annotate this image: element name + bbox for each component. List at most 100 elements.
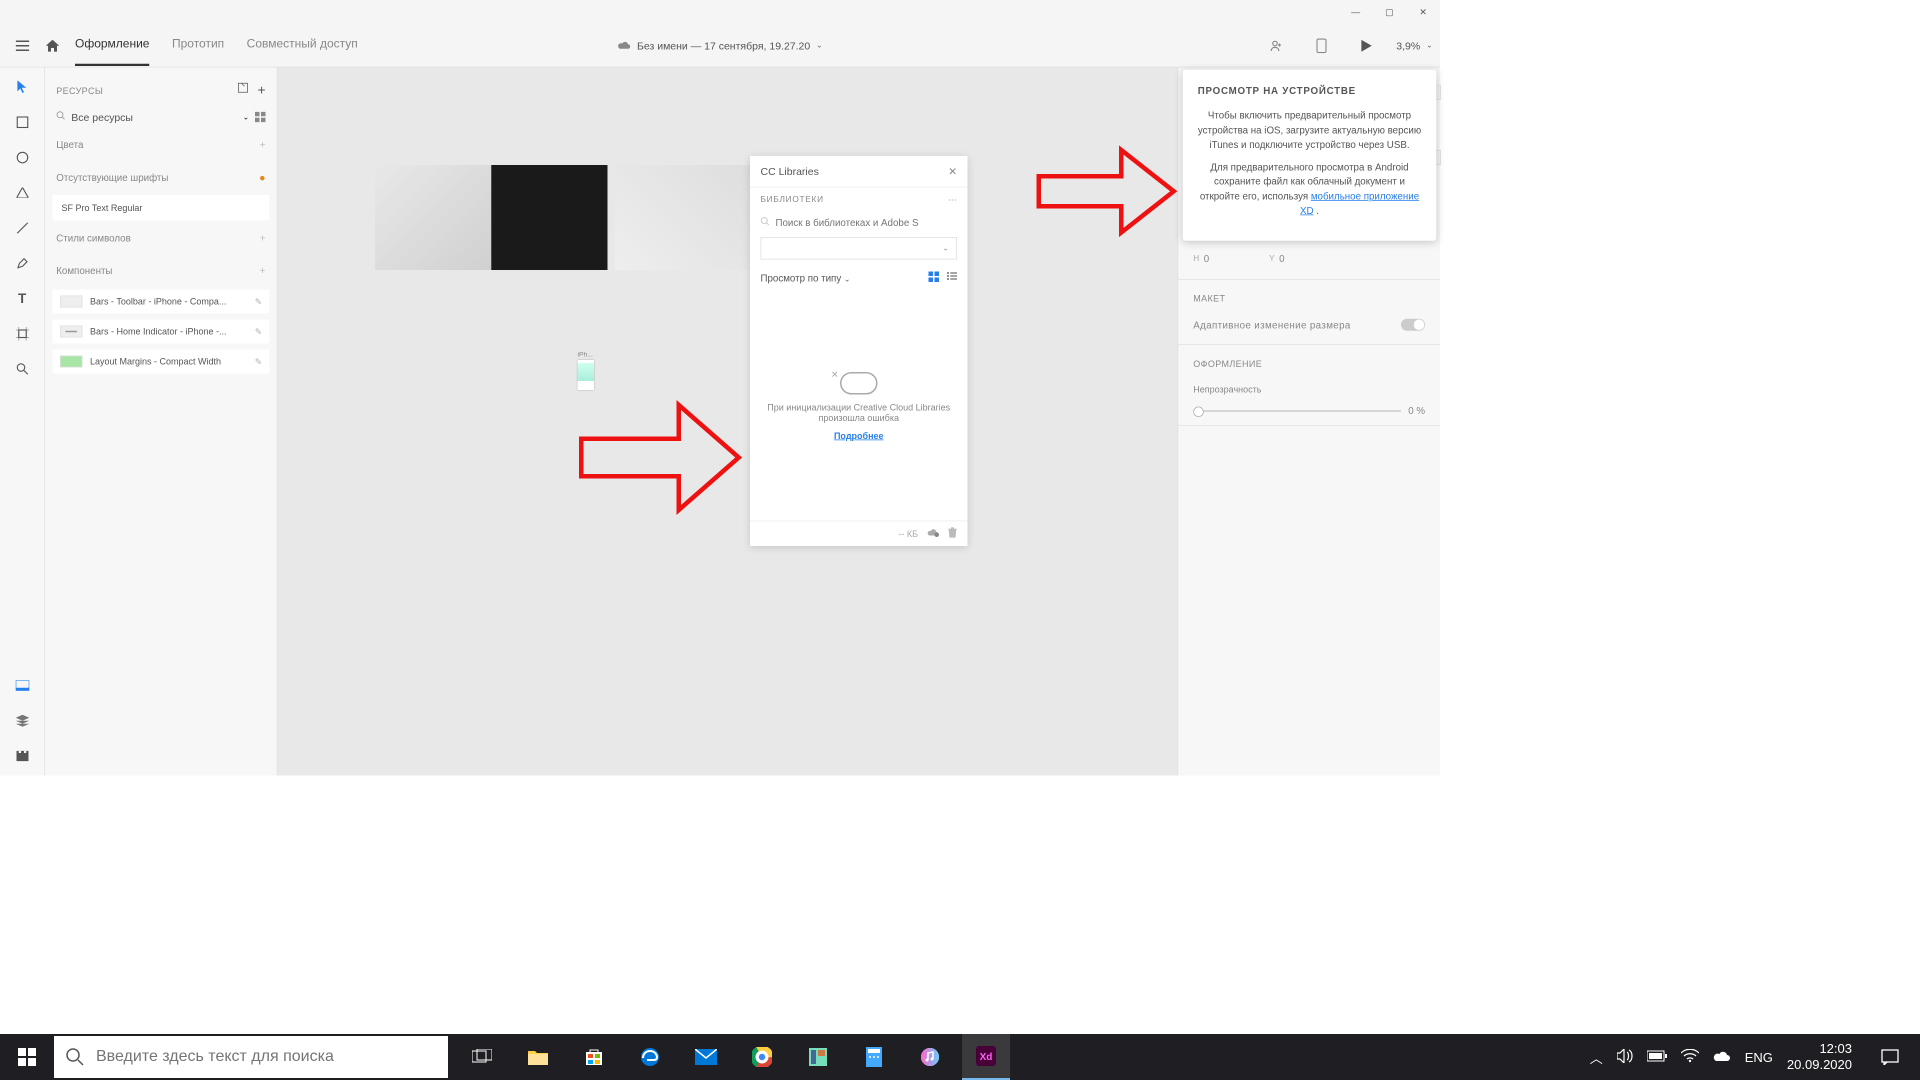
- more-icon[interactable]: ⋯: [948, 195, 957, 205]
- line-tool-icon[interactable]: [14, 220, 31, 237]
- taskbar-search[interactable]: [54, 1036, 448, 1078]
- component-thumb: [60, 356, 83, 368]
- adobe-xd-icon[interactable]: Xd: [962, 1034, 1010, 1080]
- svg-text:Xd: Xd: [980, 1052, 993, 1063]
- tab-share[interactable]: Совместный доступ: [247, 25, 358, 66]
- library-dropdown[interactable]: ⌄: [761, 237, 958, 260]
- publish-library-icon[interactable]: [238, 83, 249, 99]
- device-preview-icon[interactable]: [1306, 30, 1336, 60]
- polygon-tool-icon[interactable]: [14, 185, 31, 202]
- library-search-input[interactable]: [776, 217, 958, 228]
- toolbar-right: 3,9% ⌄: [1261, 30, 1432, 60]
- artboard[interactable]: [578, 360, 595, 390]
- ellipse-tool-icon[interactable]: [14, 149, 31, 166]
- language-indicator[interactable]: ENG: [1745, 1050, 1773, 1065]
- opacity-value[interactable]: 0 %: [1408, 405, 1425, 416]
- zoom-value: 3,9%: [1396, 39, 1420, 51]
- pen-tool-icon[interactable]: [14, 255, 31, 272]
- task-view-icon[interactable]: [458, 1034, 506, 1080]
- annotation-arrow: [574, 398, 747, 544]
- component-item[interactable]: Layout Margins - Compact Width ✎: [53, 350, 270, 374]
- assets-search-input[interactable]: [71, 111, 236, 123]
- h-value[interactable]: 0: [1204, 253, 1209, 264]
- chrome-icon[interactable]: [738, 1034, 786, 1080]
- wifi-icon[interactable]: [1681, 1049, 1699, 1066]
- taskbar-clock[interactable]: 12:03 20.09.2020: [1787, 1041, 1852, 1072]
- chevron-down-icon[interactable]: ⌄: [243, 113, 249, 121]
- cloud-icon: [617, 39, 631, 51]
- select-tool-icon[interactable]: [14, 79, 31, 96]
- volume-icon[interactable]: [1617, 1049, 1633, 1066]
- edit-icon[interactable]: ✎: [255, 357, 262, 367]
- invite-icon[interactable]: [1261, 30, 1291, 60]
- close-icon[interactable]: ✕: [948, 165, 957, 178]
- minimize-button[interactable]: —: [1339, 0, 1373, 24]
- artboard[interactable]: [375, 165, 491, 270]
- itunes-icon[interactable]: [906, 1034, 954, 1080]
- add-icon[interactable]: +: [258, 83, 266, 99]
- opacity-slider[interactable]: [1193, 410, 1400, 412]
- start-button[interactable]: [0, 1034, 54, 1080]
- calculator-icon[interactable]: [850, 1034, 898, 1080]
- list-view-icon[interactable]: [947, 272, 958, 285]
- maximize-button[interactable]: ▢: [1373, 0, 1407, 24]
- add-icon[interactable]: +: [260, 233, 266, 244]
- artboard[interactable]: [491, 165, 607, 270]
- taskbar-search-input[interactable]: [96, 1048, 436, 1066]
- plugins-panel-icon[interactable]: [14, 748, 31, 765]
- app-icon[interactable]: [794, 1034, 842, 1080]
- text-tool-icon[interactable]: T: [14, 290, 31, 307]
- cc-error-text: При инициализации Creative Cloud Librari…: [765, 402, 953, 423]
- view-toggle-icon[interactable]: [255, 112, 266, 123]
- responsive-toggle[interactable]: [1401, 319, 1425, 331]
- responsive-resize-label: Адаптивное изменение размера: [1193, 319, 1350, 330]
- colors-section[interactable]: Цвета +: [45, 128, 277, 160]
- onedrive-icon[interactable]: [1713, 1050, 1731, 1065]
- missing-fonts-section[interactable]: Отсутствующие шрифты ●: [45, 161, 277, 194]
- layers-panel-icon[interactable]: [14, 713, 31, 730]
- trash-icon[interactable]: [948, 527, 957, 540]
- canvas[interactable]: CC Libraries ✕ БИБЛИОТЕКИ ⋯ ⌄ Просмотр п…: [278, 68, 1178, 776]
- zoom-tool-icon[interactable]: [14, 361, 31, 378]
- missing-fonts-label: Отсутствующие шрифты: [56, 171, 168, 182]
- component-thumb: [60, 326, 83, 338]
- assets-panel-icon[interactable]: [14, 677, 31, 694]
- file-explorer-icon[interactable]: [514, 1034, 562, 1080]
- add-icon[interactable]: +: [260, 265, 266, 276]
- edit-icon[interactable]: ✎: [255, 297, 262, 307]
- view-by-type[interactable]: Просмотр по типу ⌄: [761, 272, 851, 283]
- component-label: Bars - Home Indicator - iPhone -...: [90, 326, 247, 337]
- top-toolbar: Оформление Прототип Совместный доступ Бе…: [0, 24, 1440, 68]
- cloud-sync-icon[interactable]: [927, 528, 939, 539]
- component-item[interactable]: Bars - Home Indicator - iPhone -... ✎: [53, 320, 270, 344]
- tab-prototype[interactable]: Прототип: [172, 25, 224, 66]
- cc-panel-title: CC Libraries: [761, 165, 819, 178]
- component-label: Bars - Toolbar - iPhone - Compa...: [90, 296, 247, 307]
- tab-design[interactable]: Оформление: [75, 25, 149, 66]
- grid-view-icon[interactable]: [929, 272, 940, 285]
- close-window-button[interactable]: ✕: [1406, 0, 1440, 24]
- component-item[interactable]: Bars - Toolbar - iPhone - Compa... ✎: [53, 290, 270, 314]
- microsoft-store-icon[interactable]: [570, 1034, 618, 1080]
- edit-icon[interactable]: ✎: [255, 327, 262, 337]
- battery-icon[interactable]: [1647, 1050, 1667, 1065]
- char-styles-section[interactable]: Стили символов +: [45, 222, 277, 254]
- rectangle-tool-icon[interactable]: [14, 114, 31, 131]
- hamburger-menu-icon[interactable]: [8, 30, 38, 60]
- components-section[interactable]: Компоненты +: [45, 254, 277, 286]
- document-title[interactable]: Без имени — 17 сентября, 19.27.20 ⌄: [617, 39, 822, 51]
- edge-icon[interactable]: [626, 1034, 674, 1080]
- artboard-tool-icon[interactable]: [14, 326, 31, 343]
- y-value[interactable]: 0: [1279, 253, 1284, 264]
- notifications-icon[interactable]: [1866, 1034, 1914, 1080]
- play-icon[interactable]: [1351, 30, 1381, 60]
- tray-expand-icon[interactable]: ︿: [1590, 1048, 1603, 1067]
- font-item[interactable]: SF Pro Text Regular: [53, 195, 270, 221]
- learn-more-link[interactable]: Подробнее: [834, 430, 884, 441]
- home-icon[interactable]: [38, 30, 68, 60]
- mail-icon[interactable]: [682, 1034, 730, 1080]
- artboard[interactable]: [615, 165, 761, 270]
- popup-text-android: Для предварительного просмотра в Android…: [1198, 159, 1422, 218]
- add-icon[interactable]: +: [260, 139, 266, 150]
- zoom-dropdown[interactable]: 3,9% ⌄: [1396, 39, 1432, 51]
